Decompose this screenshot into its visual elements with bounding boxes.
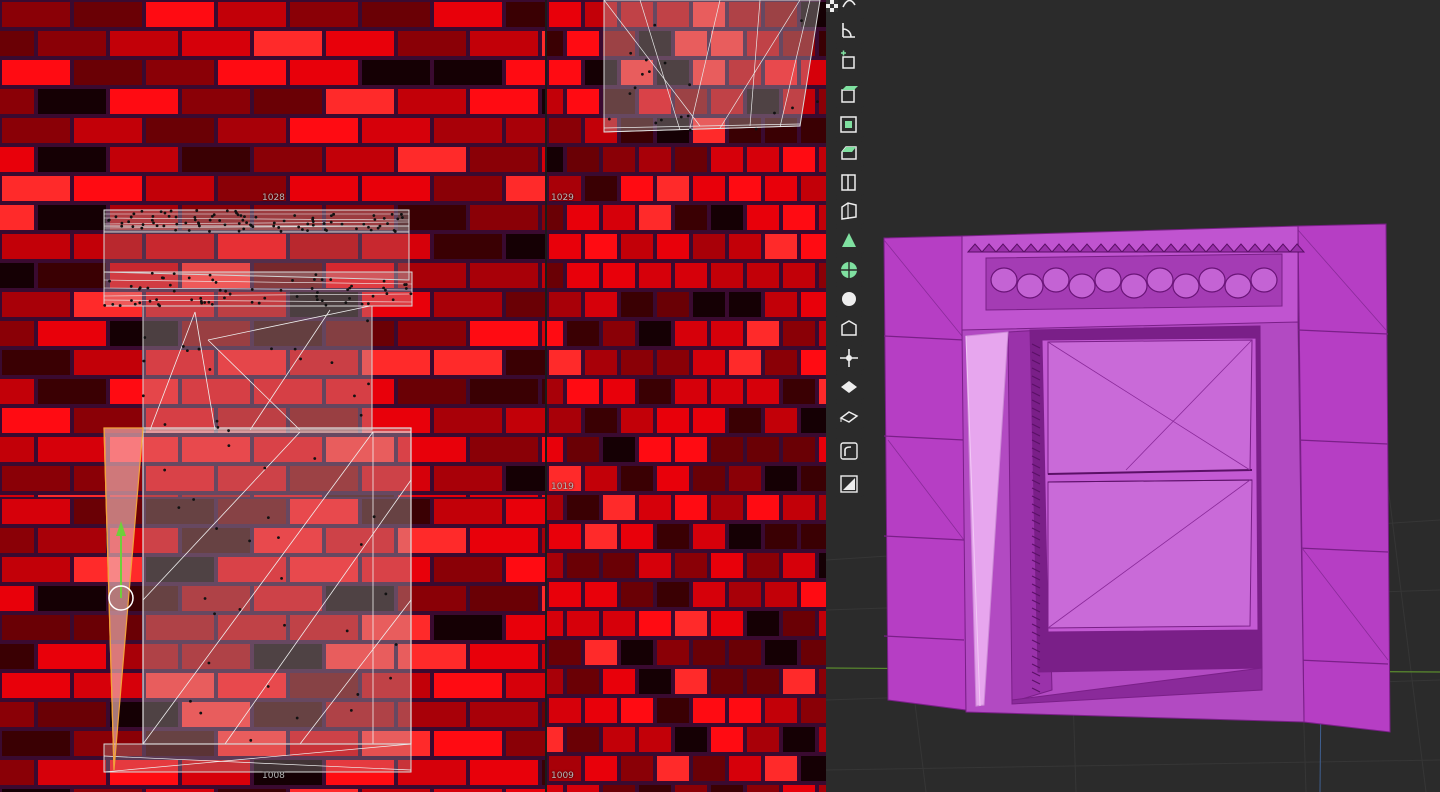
tile-label-1009: 1009 [551,771,574,781]
3d-viewport[interactable] [826,0,1440,792]
tool-button[interactable] [834,112,864,138]
transform-tool-icon [840,442,858,460]
tool-button[interactable] [834,48,864,74]
measure-tool-icon [842,23,855,38]
tool-button[interactable] [834,438,864,464]
edge-slide-tool-icon [841,320,857,336]
uv-editor[interactable]: 1028 1029 1019 1008 1009 [0,0,826,792]
poly-build-tool-icon [842,233,856,247]
tool-button[interactable] [834,257,864,283]
viewport-scene [826,223,1440,792]
add-cube-tool-icon [841,50,855,69]
tool-button[interactable] [834,345,864,371]
tool-button[interactable] [834,403,864,429]
door-frame-mesh [883,223,1391,733]
tool-button[interactable] [834,141,864,167]
tool-button[interactable] [834,316,864,342]
tool-button[interactable] [834,82,864,108]
shrink-fatten-tool-icon [840,349,858,367]
checker-icon [826,0,838,12]
extrude-region-tool-icon [841,86,858,103]
tile-label-1029: 1029 [551,193,574,203]
bevel-tool-icon [841,146,857,160]
shear-tool-icon [841,381,857,393]
tool-button[interactable] [834,286,864,312]
tool-button[interactable] [834,228,864,254]
inset-faces-tool-icon [840,116,857,133]
rotate-tool-icon [840,475,858,493]
knife-tool-icon [841,202,857,220]
smooth-tool-icon [842,292,856,306]
loop-cut-tool-icon [841,174,856,191]
tile-label-1008: 1008 [262,771,285,781]
tool-button[interactable] [834,18,864,44]
tool-button[interactable] [834,471,864,497]
tool-button[interactable] [834,0,864,20]
tool-button[interactable] [834,374,864,400]
rip-region-tool-icon [839,411,859,423]
spin-tool-icon [841,262,857,278]
tile-label-1028: 1028 [262,193,285,203]
curve-tool-icon [842,0,856,8]
tool-button[interactable] [834,170,864,196]
uv-islands[interactable] [0,0,826,792]
tile-label-1019: 1019 [551,482,574,492]
tool-button[interactable] [834,199,864,225]
